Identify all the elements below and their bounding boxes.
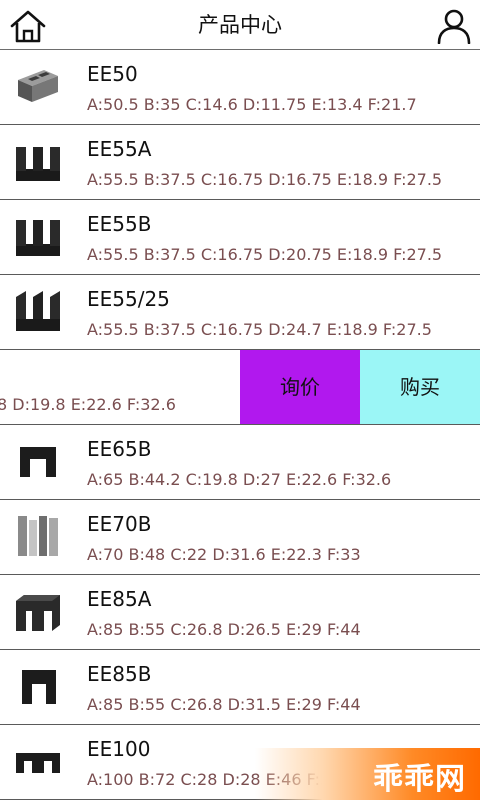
product-name: EE100 xyxy=(87,737,151,761)
product-name: EE85B xyxy=(87,662,152,686)
product-spec: A:50.5 B:35 C:14.6 D:11.75 E:13.4 F:21.7 xyxy=(87,95,417,114)
core-thumbnail-icon xyxy=(18,516,58,556)
product-row-ee70b[interactable]: EE70B A:70 B:48 C:22 D:31.6 E:22.3 F:33 xyxy=(0,500,480,575)
product-name: EE55A xyxy=(87,137,152,161)
product-spec: A:65 B:44.2 C:19.8 D:27 E:22.6 F:32.6 xyxy=(87,470,392,489)
core-thumbnail-icon xyxy=(16,753,60,773)
product-row-ee85b[interactable]: EE85B A:85 B:55 C:26.8 D:31.5 E:29 F:44 xyxy=(0,650,480,725)
product-spec: A:85 B:55 C:26.8 D:26.5 E:29 F:44 xyxy=(87,620,361,639)
core-thumbnail-icon xyxy=(16,147,60,181)
core-thumbnail-icon xyxy=(16,220,60,256)
core-thumbnail-icon xyxy=(22,670,56,704)
product-row-ee50[interactable]: EE50 A:50.5 B:35 C:14.6 D:11.75 E:13.4 F… xyxy=(0,50,480,125)
product-spec: 8 D:19.8 E:22.6 F:32.6 xyxy=(0,395,176,414)
product-row-ee55a[interactable]: EE55A A:55.5 B:37.5 C:16.75 D:16.75 E:18… xyxy=(0,125,480,200)
product-spec: A:55.5 B:37.5 C:16.75 D:16.75 E:18.9 F:2… xyxy=(87,170,443,189)
product-name: EE65B xyxy=(87,437,152,461)
buy-button[interactable]: 购买 xyxy=(360,350,480,424)
product-name: EE50 xyxy=(87,62,138,86)
product-spec: A:70 B:48 C:22 D:31.6 E:22.3 F:33 xyxy=(87,545,361,564)
product-name: EE55B xyxy=(87,212,152,236)
product-row-ee85a[interactable]: EE85A A:85 B:55 C:26.8 D:26.5 E:29 F:44 xyxy=(0,575,480,650)
core-thumbnail-icon xyxy=(16,595,60,631)
product-row-swiped[interactable]: 8 D:19.8 E:22.6 F:32.6 询价 购买 xyxy=(0,350,480,425)
product-name: EE55/25 xyxy=(87,287,170,311)
inquire-button[interactable]: 询价 xyxy=(240,350,360,424)
product-list: EE50 A:50.5 B:35 C:14.6 D:11.75 E:13.4 F… xyxy=(0,50,480,800)
watermark-logo: 乖乖网 xyxy=(255,748,480,800)
page-title: 产品中心 xyxy=(198,13,282,37)
product-spec: A:85 B:55 C:26.8 D:31.5 E:29 F:44 xyxy=(87,695,361,714)
product-row-ee65b[interactable]: EE65B A:65 B:44.2 C:19.8 D:27 E:22.6 F:3… xyxy=(0,425,480,500)
product-spec: A:55.5 B:37.5 C:16.75 D:20.75 E:18.9 F:2… xyxy=(87,245,443,264)
core-thumbnail-icon xyxy=(20,447,56,477)
product-row-ee55b[interactable]: EE55B A:55.5 B:37.5 C:16.75 D:20.75 E:18… xyxy=(0,200,480,275)
product-name: EE70B xyxy=(87,512,152,536)
product-row-ee55-25[interactable]: EE55/25 A:55.5 B:37.5 C:16.75 D:24.7 E:1… xyxy=(0,275,480,350)
app-header: 产品中心 xyxy=(0,0,480,50)
product-name: EE85A xyxy=(87,587,152,611)
core-thumbnail-icon xyxy=(16,291,60,331)
watermark-text: 乖乖网 xyxy=(373,762,466,797)
user-icon[interactable] xyxy=(436,8,472,44)
core-thumbnail-icon xyxy=(18,70,58,102)
product-spec: A:55.5 B:37.5 C:16.75 D:24.7 E:18.9 F:27… xyxy=(87,320,432,339)
